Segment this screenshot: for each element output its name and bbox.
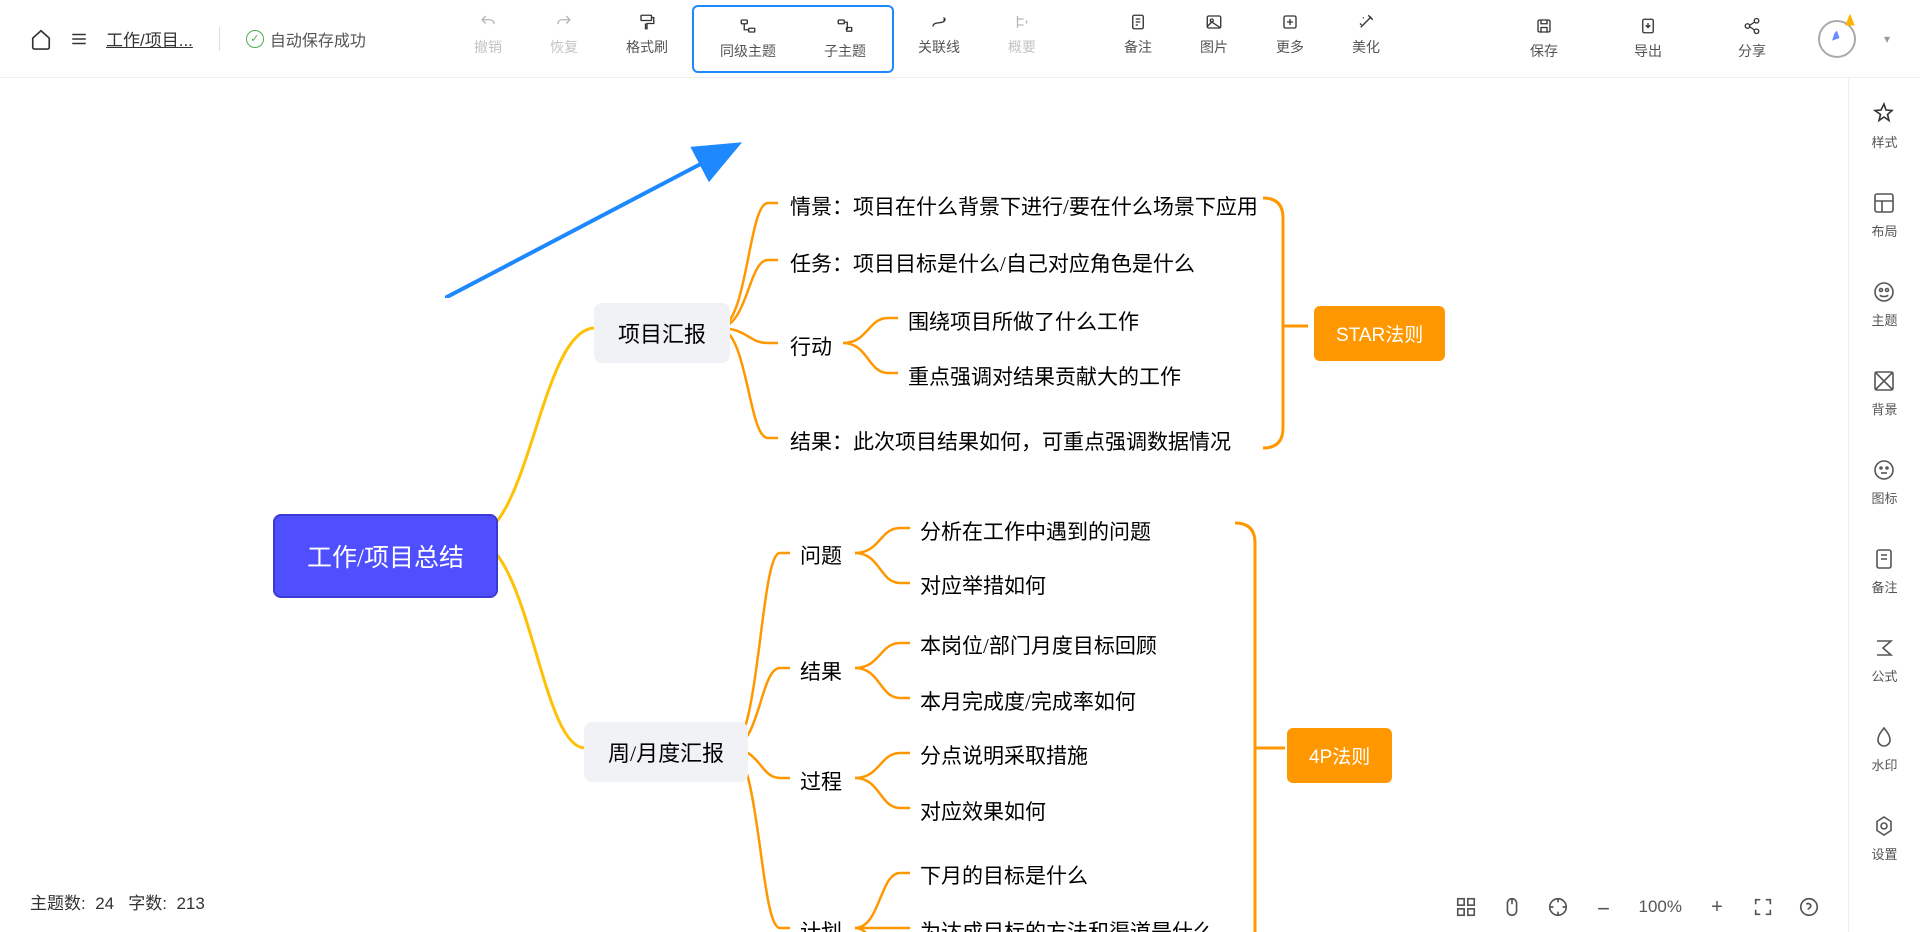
background-panel-button[interactable]: 背景 (1871, 369, 1897, 418)
theme-panel-button[interactable]: 主题 (1871, 280, 1897, 329)
format-painter-button[interactable]: 格式刷 (602, 5, 692, 65)
leaf-b2-s3a[interactable]: 分点说明采取措施 (920, 740, 1088, 770)
leaf-b1-3a[interactable]: 围绕项目所做了什么工作 (908, 306, 1139, 336)
leaf-b1-3b[interactable]: 重点强调对结果贡献大的工作 (908, 361, 1181, 391)
leaf-b1-4[interactable]: 结果：此次项目结果如何，可重点强调数据情况 (790, 426, 1231, 456)
undo-button[interactable]: 撤销 (450, 5, 526, 65)
save-status: ✓ 自动保存成功 (246, 27, 366, 51)
star-badge[interactable]: STAR法则 (1314, 306, 1445, 361)
leaf-b2-s1a[interactable]: 分析在工作中遇到的问题 (920, 516, 1151, 546)
branch-node-2[interactable]: 周/月度汇报 (584, 722, 748, 782)
note-panel-button[interactable]: 备注 (1871, 547, 1897, 596)
leaf-b2-s4a[interactable]: 下月的目标是什么 (920, 860, 1088, 890)
icon-panel-button[interactable]: 图标 (1871, 458, 1897, 507)
leaf-b2-s3b[interactable]: 对应效果如何 (920, 796, 1046, 826)
annotation-arrow (445, 138, 745, 298)
branch-node-1[interactable]: 项目汇报 (594, 303, 730, 363)
bottom-controls: − 100% + (1455, 896, 1820, 918)
beautify-button[interactable]: 美化 (1328, 5, 1404, 65)
redo-button[interactable]: 恢复 (526, 5, 602, 65)
leaf-b2-s1b[interactable]: 对应举措如何 (920, 570, 1046, 600)
leaf-b2-s2a[interactable]: 本岗位/部门月度目标回顾 (920, 630, 1157, 660)
leaf-b1-1[interactable]: 情景：项目在什么背景下进行/要在什么场景下应用 (790, 191, 1258, 221)
image-button[interactable]: 图片 (1176, 5, 1252, 65)
leaf-b2-s3[interactable]: 过程 (800, 766, 842, 796)
zoom-out-button[interactable]: − (1593, 896, 1615, 918)
topic-group-highlight: 同级主题 子主题 (692, 5, 894, 73)
relation-button[interactable]: 关联线 (894, 5, 984, 65)
save-status-text: 自动保存成功 (270, 27, 366, 51)
compass-icon[interactable] (1818, 20, 1856, 58)
home-icon[interactable] (30, 28, 52, 50)
sub-topic-button[interactable]: 子主题 (800, 9, 890, 69)
save-button[interactable]: 保存 (1506, 9, 1582, 69)
watermark-panel-button[interactable]: 水印 (1871, 725, 1897, 774)
settings-panel-button[interactable]: 设置 (1871, 814, 1897, 863)
help-icon[interactable] (1798, 896, 1820, 918)
leaf-b2-s1[interactable]: 问题 (800, 540, 842, 570)
word-count: 213 (176, 894, 204, 913)
zoom-level[interactable]: 100% (1639, 897, 1682, 917)
status-bar: 主题数: 24 字数: 213 (30, 889, 205, 914)
export-button[interactable]: 导出 (1610, 9, 1686, 69)
leaf-b2-s4b[interactable]: 为达成目标的方法和渠道是什么 (920, 916, 1214, 932)
leaf-b1-2[interactable]: 任务：项目目标是什么/自己对应角色是什么 (790, 248, 1195, 278)
file-name[interactable]: 工作/项目... (106, 26, 193, 51)
divider (219, 27, 220, 51)
mouse-icon[interactable] (1501, 896, 1523, 918)
leaf-b2-s4[interactable]: 计划 (800, 916, 842, 932)
layout-panel-button[interactable]: 布局 (1871, 191, 1897, 240)
fullscreen-icon[interactable] (1752, 896, 1774, 918)
leaf-b1-3[interactable]: 行动 (790, 331, 832, 361)
mindmap-canvas[interactable]: 工作/项目总结 项目汇报 周/月度汇报 STAR法则 4P法则 情景：项目在什么… (0, 78, 1848, 932)
root-node[interactable]: 工作/项目总结 (273, 514, 498, 598)
style-panel-button[interactable]: 样式 (1871, 102, 1897, 151)
menu-icon[interactable] (70, 30, 88, 48)
sibling-topic-button[interactable]: 同级主题 (696, 9, 800, 69)
more-button[interactable]: 更多 (1252, 5, 1328, 65)
check-icon: ✓ (246, 30, 264, 48)
formula-panel-button[interactable]: 公式 (1871, 636, 1897, 685)
side-panel: 样式 布局 主题 背景 图标 备注 公式 水印 设置 (1848, 78, 1920, 932)
grid-icon[interactable] (1455, 896, 1477, 918)
toolbar: 工作/项目... ✓ 自动保存成功 撤销 恢复 格式刷 同级主题 子主题 关联线… (0, 0, 1920, 78)
zoom-in-button[interactable]: + (1706, 896, 1728, 918)
chevron-down-icon[interactable]: ▾ (1884, 32, 1890, 46)
summary-button[interactable]: 概要 (984, 5, 1060, 65)
share-button[interactable]: 分享 (1714, 9, 1790, 69)
note-button[interactable]: 备注 (1100, 5, 1176, 65)
locate-icon[interactable] (1547, 896, 1569, 918)
4p-badge[interactable]: 4P法则 (1287, 728, 1392, 783)
leaf-b2-s2b[interactable]: 本月完成度/完成率如何 (920, 686, 1136, 716)
topic-count: 24 (95, 894, 114, 913)
leaf-b2-s2[interactable]: 结果 (800, 656, 842, 686)
